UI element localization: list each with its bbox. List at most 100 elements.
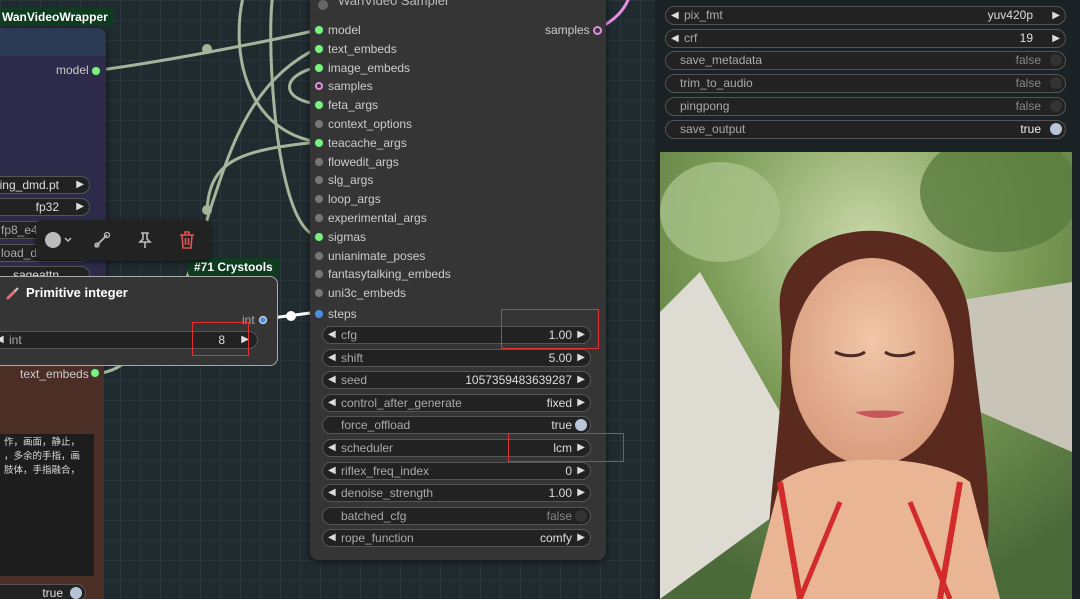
- negative-prompt-textarea[interactable]: 作，画面，静止， ，多余的手指，画 肢体，手指融合，: [0, 434, 94, 576]
- video-widget-pingpong[interactable]: pingpong false: [665, 97, 1066, 116]
- trash-icon[interactable]: [177, 230, 199, 250]
- decrement-arrow-icon[interactable]: ◀: [328, 485, 336, 501]
- wand-icon[interactable]: [92, 230, 114, 250]
- decrement-arrow-icon[interactable]: ◀: [328, 372, 336, 388]
- decrement-arrow-icon[interactable]: ◀: [328, 350, 336, 366]
- increment-arrow-icon[interactable]: ▶: [577, 372, 585, 388]
- increment-arrow-icon[interactable]: ▶: [577, 395, 585, 411]
- sampler-input-loop-args[interactable]: loop_args: [315, 192, 381, 206]
- sampler-input-context-options[interactable]: context_options: [315, 117, 413, 131]
- decrement-arrow-icon[interactable]: ◀: [328, 327, 336, 343]
- sampler-input-text-embeds[interactable]: text_embeds: [315, 42, 397, 56]
- reroute-dot: [202, 44, 212, 54]
- widget-label: riflex_freq_index: [341, 463, 430, 478]
- video-widget-trim-to-audio[interactable]: trim_to_audio false: [665, 74, 1066, 93]
- toggle-knob-icon[interactable]: [575, 419, 587, 432]
- input-slot-label: samples: [328, 79, 373, 94]
- input-slot-label: uni3c_embeds: [328, 286, 407, 301]
- decrement-arrow-icon[interactable]: ◀: [328, 440, 336, 456]
- increment-arrow-icon[interactable]: ▶: [577, 463, 585, 479]
- output-text-embeds-label: text_embeds: [20, 367, 89, 381]
- toggle-knob-icon[interactable]: [1050, 100, 1062, 112]
- widget-value: yuv420p: [987, 8, 1033, 22]
- output-text-embeds-dot[interactable]: [91, 369, 99, 377]
- input-slot-dot[interactable]: [315, 157, 323, 166]
- sampler-input-experimental-args[interactable]: experimental_args: [315, 211, 427, 225]
- increment-arrow-icon[interactable]: ▶: [577, 530, 585, 546]
- output-int-dot[interactable]: [259, 316, 267, 324]
- input-slot-dot[interactable]: [315, 310, 323, 318]
- decrement-arrow-icon[interactable]: ◀: [671, 30, 679, 47]
- input-slot-label: fantasytalking_embeds: [328, 267, 451, 282]
- toggle-knob-icon[interactable]: [575, 509, 587, 522]
- increment-arrow-icon[interactable]: ▶: [577, 350, 585, 366]
- input-slot-dot[interactable]: [315, 214, 323, 222]
- video-widget-save-metadata[interactable]: save_metadata false: [665, 51, 1066, 70]
- sampler-input-flowedit-args[interactable]: flowedit_args: [315, 155, 399, 169]
- sampler-widget-seed[interactable]: ◀ ▶ seed 1057359483639287: [322, 371, 591, 390]
- sampler-input-teacache-args[interactable]: teacache_args: [315, 136, 407, 150]
- decrement-arrow-icon[interactable]: ◀: [328, 395, 336, 411]
- decrement-arrow-icon[interactable]: ◀: [328, 530, 336, 546]
- sampler-widget-shift[interactable]: ◀ ▶ shift 5.00: [322, 348, 591, 367]
- toggle-knob-icon[interactable]: [1050, 54, 1062, 66]
- toggle-knob-icon[interactable]: [1050, 123, 1062, 135]
- widget-label: rope_function: [341, 531, 414, 546]
- widget-label: shift: [341, 350, 364, 365]
- wrapper-widget-model-file[interactable]: cing_dmd.pt ▶: [0, 176, 90, 194]
- increment-arrow-icon[interactable]: ▶: [577, 485, 585, 501]
- video-widget-save-output[interactable]: save_output true: [665, 120, 1066, 139]
- input-slot-dot[interactable]: [315, 44, 323, 53]
- sampler-input-unianimate-poses[interactable]: unianimate_poses: [315, 249, 425, 263]
- brush-icon: [6, 287, 19, 300]
- input-slot-label: image_embeds: [328, 60, 411, 75]
- sampler-widget-batched-cfg[interactable]: batched_cfg false: [322, 506, 591, 525]
- sampler-input-model[interactable]: model: [315, 23, 361, 37]
- circle-color-icon[interactable]: [44, 230, 72, 250]
- sampler-widget-rope-function[interactable]: ◀ ▶ rope_function comfy: [322, 529, 591, 548]
- pin-icon[interactable]: [135, 230, 157, 250]
- input-slot-dot[interactable]: [315, 120, 323, 128]
- sampler-widget-control-after-generate[interactable]: ◀ ▶ control_after_generate fixed: [322, 393, 591, 412]
- collapse-dot-icon[interactable]: [318, 0, 328, 10]
- video-widget-pix-fmt[interactable]: ◀ ▶ pix_fmt yuv420p: [665, 6, 1066, 25]
- brown-node-toggle[interactable]: true: [0, 584, 86, 599]
- increment-arrow-icon[interactable]: ▶: [1052, 30, 1060, 47]
- node-selection-toolbar: [36, 220, 210, 260]
- output-samples-label: samples: [545, 23, 590, 37]
- highlight-box-scheduler: [508, 433, 624, 462]
- sampler-widget-riflex-freq-index[interactable]: ◀ ▶ riflex_freq_index 0: [322, 461, 591, 480]
- sampler-input-fantasytalking-embeds[interactable]: fantasytalking_embeds: [315, 267, 451, 282]
- video-widget-crf[interactable]: ◀ ▶ crf 19: [665, 29, 1066, 48]
- decrement-arrow-icon[interactable]: ◀: [671, 7, 679, 24]
- input-slot-dot[interactable]: [315, 232, 323, 241]
- input-slot-dot[interactable]: [315, 138, 323, 147]
- sampler-widget-force-offload[interactable]: force_offload true: [322, 416, 591, 435]
- reroute-dot: [286, 311, 296, 321]
- input-slot-dot[interactable]: [315, 26, 323, 34]
- input-slot-label: context_options: [328, 117, 413, 131]
- crystools-tag: #71 Crystools: [188, 258, 279, 276]
- sampler-input-image-embeds[interactable]: image_embeds: [315, 60, 411, 75]
- sampler-input-feta-args[interactable]: feta_args: [315, 98, 378, 112]
- sampler-input-sigmas[interactable]: sigmas: [315, 230, 366, 244]
- toggle-knob-icon[interactable]: [1050, 77, 1062, 89]
- sampler-input-slg-args[interactable]: slg_args: [315, 173, 373, 187]
- output-samples-dot[interactable]: [593, 26, 602, 35]
- decrement-arrow-icon[interactable]: ◀: [328, 463, 336, 479]
- primitive-node-title: Primitive integer: [26, 285, 128, 300]
- wrapper-widget-precision[interactable]: fp32 ▶: [0, 198, 90, 216]
- input-slot-dot[interactable]: [315, 251, 323, 260]
- widget-label: batched_cfg: [341, 508, 407, 523]
- sampler-input-steps[interactable]: steps: [315, 307, 357, 321]
- increment-arrow-icon[interactable]: ▶: [1052, 7, 1060, 24]
- sampler-widget-denoise-strength[interactable]: ◀ ▶ denoise_strength 1.00: [322, 484, 591, 503]
- output-model-dot[interactable]: [92, 67, 100, 75]
- input-slot-dot[interactable]: [315, 63, 323, 72]
- sampler-input-samples[interactable]: samples: [315, 79, 373, 94]
- widget-value: 5.00: [548, 350, 572, 365]
- widget-label: scheduler: [341, 441, 394, 455]
- widget-value: 1057359483639287: [465, 373, 572, 388]
- wrapper-node-header: [0, 28, 106, 56]
- sampler-input-uni3c-embeds[interactable]: uni3c_embeds: [315, 286, 407, 301]
